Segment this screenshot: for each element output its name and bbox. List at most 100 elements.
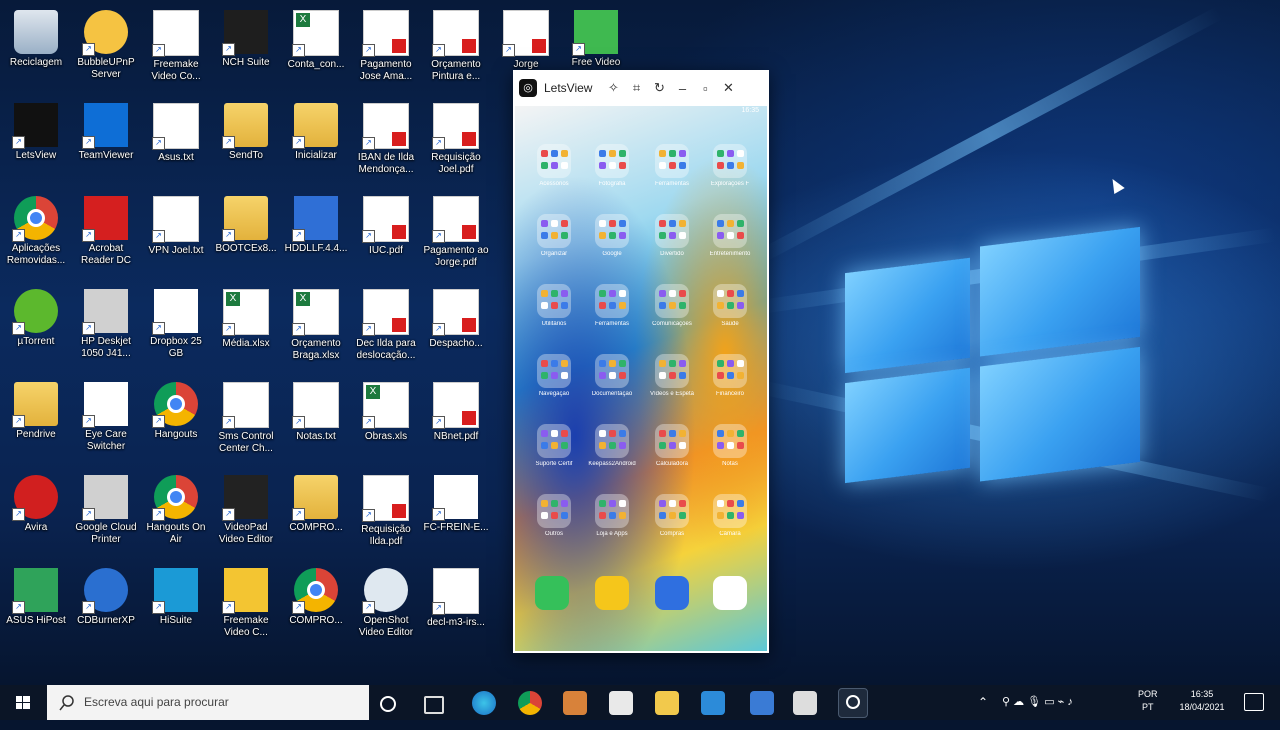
contacts-icon[interactable] — [595, 576, 629, 610]
desktop-icon[interactable]: ↗ Pendrive — [2, 376, 70, 464]
letsview-window[interactable]: ◎ LetsView ✧ ⌗ ↻ – ▫ ✕ 16:35 Acessórios F… — [513, 70, 769, 653]
maximize-button[interactable]: ▫ — [697, 81, 713, 96]
desktop-icon[interactable]: ↗ SendTo — [212, 97, 280, 185]
phone-app-folder[interactable]: Acessórios — [537, 144, 571, 187]
desktop-icon[interactable]: ↗ OpenShot Video Editor — [352, 562, 420, 650]
window-taskbar-icon[interactable] — [793, 691, 817, 715]
language-indicator[interactable]: POR PT — [1138, 688, 1158, 723]
chrome-taskbar-icon[interactable] — [518, 691, 542, 715]
phone-app-folder[interactable]: Explorações F — [711, 144, 749, 187]
desktop-icon[interactable]: ↗ Dropbox 25 GB — [142, 283, 210, 371]
rotate-icon[interactable]: ↻ — [651, 80, 667, 96]
desktop-icon[interactable]: ↗ Inicializar — [282, 97, 350, 185]
desktop-icon[interactable]: ↗ Pagamento Jose Ama... — [352, 4, 420, 92]
desktop-icon[interactable]: ↗ Conta_con... — [282, 4, 350, 92]
desktop-icon[interactable]: ↗ Sms Control Center Ch... — [212, 376, 280, 464]
desktop-icon[interactable]: ↗ CDBurnerXP — [72, 562, 140, 650]
desktop-icon[interactable]: ↗ HiSuite — [142, 562, 210, 650]
desktop-icon[interactable]: ↗ Média.xlsx — [212, 283, 280, 371]
crop-icon[interactable]: ⌗ — [628, 80, 644, 96]
desktop-icon[interactable]: ↗ TeamViewer — [72, 97, 140, 185]
tray-icons[interactable]: ⚲ ☁ 🎙 ▭ ⌁ ♪ — [1002, 695, 1073, 730]
phone-app-folder[interactable]: Ferramentas — [655, 144, 689, 187]
desktop-icon[interactable]: ↗ COMPRO... — [282, 562, 350, 650]
desktop-icon[interactable]: ↗ Requisição Joel.pdf — [422, 97, 490, 185]
desktop-icon[interactable]: ↗ Hangouts — [142, 376, 210, 464]
desktop-icon[interactable]: ↗ Acrobat Reader DC — [72, 190, 140, 278]
edge-icon[interactable] — [472, 691, 496, 715]
desktop-icon[interactable]: ↗ Notas.txt — [282, 376, 350, 464]
clock[interactable]: 16:35 18/04/2021 — [1172, 688, 1232, 723]
letsview-titlebar[interactable]: ◎ LetsView ✧ ⌗ ↻ – ▫ ✕ — [513, 70, 769, 106]
search-box[interactable]: Escreva aqui para procurar — [47, 685, 369, 720]
desktop-icon[interactable]: ↗ decl-m3-irs... — [422, 562, 490, 650]
mail-icon[interactable] — [701, 691, 725, 715]
desktop-icon[interactable]: ↗ NCH Suite — [212, 4, 280, 92]
desktop-icon[interactable]: ↗ Aplicações Removidas... — [2, 190, 70, 278]
minimize-button[interactable]: – — [674, 81, 690, 96]
desktop-icon[interactable]: ↗ ASUS HiPost — [2, 562, 70, 650]
tray-chevron-icon[interactable]: ⌃ — [978, 695, 988, 730]
phone-app-folder[interactable]: Loja e Apps — [595, 494, 629, 537]
phone-app-folder[interactable]: Fotografia — [595, 144, 629, 187]
phone-app-folder[interactable]: Compras — [655, 494, 689, 537]
desktop-icon[interactable]: ↗ Dec Ilda para deslocação... — [352, 283, 420, 371]
desktop-icon[interactable]: ↗ Orçamento Pintura e... — [422, 4, 490, 92]
desktop-icon[interactable]: ↗ IUC.pdf — [352, 190, 420, 278]
letsview-taskbar-icon[interactable] — [838, 688, 868, 718]
phone-app-folder[interactable]: Google — [595, 214, 629, 257]
desktop-icon[interactable]: ↗ COMPRO... — [282, 469, 350, 557]
phone-app-folder[interactable]: Utilitários — [537, 284, 571, 327]
messages-icon[interactable] — [655, 576, 689, 610]
desktop-icon[interactable]: ↗ Orçamento Braga.xlsx — [282, 283, 350, 371]
phone-app-folder[interactable]: Organizar — [537, 214, 571, 257]
phone-app-folder[interactable]: Calculadora — [655, 424, 689, 467]
phone-app-folder[interactable]: Saúde — [713, 284, 747, 327]
phone-app-folder[interactable]: Keepass2Android — [588, 424, 636, 467]
notifications-icon[interactable] — [1244, 693, 1264, 711]
desktop-icon[interactable]: ↗ Freemake Video C... — [212, 562, 280, 650]
phone-app-folder[interactable]: Outros — [537, 494, 571, 537]
phone-screen-mirror[interactable]: 16:35 Acessórios Fotografia Ferramentas Exp… — [515, 106, 767, 651]
desktop-icon[interactable]: ↗ µTorrent — [2, 283, 70, 371]
desktop-icon[interactable]: ↗ Hangouts On Air — [142, 469, 210, 557]
pin-icon[interactable]: ✧ — [605, 80, 621, 96]
desktop-icon[interactable]: ↗ VPN Joel.txt — [142, 190, 210, 278]
chrome-icon[interactable] — [713, 576, 747, 610]
desktop-icon[interactable]: ↗ Obras.xls — [352, 376, 420, 464]
desktop-icon[interactable]: ↗ BubbleUPnP Server — [72, 4, 140, 92]
phone-app-folder[interactable]: Entretenimento — [710, 214, 750, 257]
desktop-icon[interactable]: ↗ Requisição Ilda.pdf — [352, 469, 420, 557]
desktop-icon[interactable]: ↗ Eye Care Switcher — [72, 376, 140, 464]
close-button[interactable]: ✕ — [720, 80, 736, 96]
phone-app-folder[interactable]: Divertido — [655, 214, 689, 257]
phone-app-folder[interactable]: Documentação — [592, 354, 632, 397]
desktop-icon[interactable]: ↗ HDDLLF.4.4... — [282, 190, 350, 278]
desktop-icon[interactable]: ↗ HP Deskjet 1050 J41... — [72, 283, 140, 371]
desktop-icon[interactable]: ↗ FC-FREIN-E... — [422, 469, 490, 557]
desktop-icon[interactable]: ↗ BOOTCEx8... — [212, 190, 280, 278]
store-icon[interactable] — [609, 691, 633, 715]
phone-app-folder[interactable]: Ferramentas — [595, 284, 629, 327]
desktop-icon[interactable]: ↗ Freemake Video Co... — [142, 4, 210, 92]
file-explorer-icon[interactable] — [655, 691, 679, 715]
desktop-icon[interactable]: ↗ NBnet.pdf — [422, 376, 490, 464]
phone-app-folder[interactable]: Suporte Certif — [535, 424, 573, 467]
desktop-icon[interactable]: ↗ Asus.txt — [142, 97, 210, 185]
task-view-icon[interactable] — [424, 696, 444, 714]
desktop-icon[interactable]: ↗ Despacho... — [422, 283, 490, 371]
phone-app-folder[interactable]: Vídeos e Espetá — [650, 354, 694, 397]
phone-link-icon[interactable] — [750, 691, 774, 715]
phone-app-folder[interactable]: Financeiro — [713, 354, 747, 397]
phone-icon[interactable] — [535, 576, 569, 610]
phone-app-folder[interactable]: Comunicações — [652, 284, 692, 327]
desktop-icon[interactable]: ↗ Avira — [2, 469, 70, 557]
desktop-icon[interactable]: ↗ Pagamento ao Jorge.pdf — [422, 190, 490, 278]
phone-app-folder[interactable]: Notas — [713, 424, 747, 467]
desktop-icon[interactable]: ↗ Google Cloud Printer — [72, 469, 140, 557]
desktop-icon[interactable]: ↗ VideoPad Video Editor — [212, 469, 280, 557]
desktop-icon[interactable]: ↗ LetsView — [2, 97, 70, 185]
phone-app-folder[interactable]: Câmara — [713, 494, 747, 537]
phone-app-folder[interactable]: Navegação — [537, 354, 571, 397]
app-taskbar-icon[interactable] — [563, 691, 587, 715]
